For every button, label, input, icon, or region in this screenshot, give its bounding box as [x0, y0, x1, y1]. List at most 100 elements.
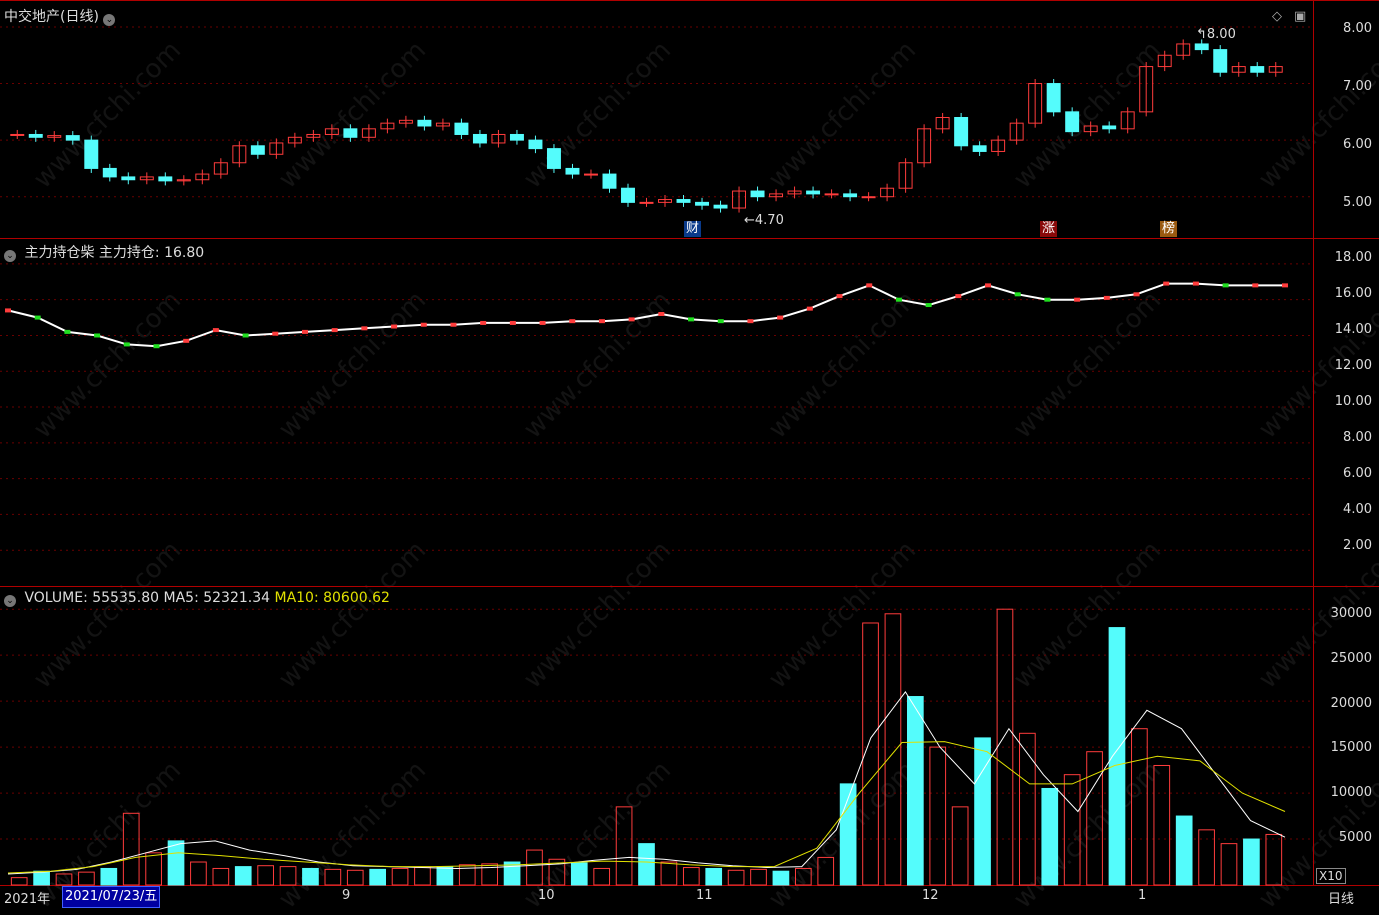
- candle-body: [472, 133, 487, 144]
- low-arrow-icon: ←: [744, 213, 755, 228]
- high-price-value: 8.00: [1206, 27, 1236, 42]
- price-tick: 7.00: [1343, 79, 1372, 94]
- volume-bar: [638, 843, 655, 886]
- volume-tick: 30000: [1330, 606, 1372, 621]
- month-tick: 11: [696, 888, 713, 903]
- volume-bar: [682, 867, 700, 886]
- volume-bar: [750, 868, 767, 886]
- volume-bar: [190, 861, 207, 886]
- indicator-marker: [34, 315, 41, 320]
- price-tick: 5.00: [1343, 195, 1372, 210]
- volume-bar: [1243, 838, 1260, 886]
- indicator-marker: [301, 329, 308, 334]
- volume-bar: [1175, 815, 1193, 886]
- indicator-tick: 6.00: [1343, 466, 1372, 481]
- candle-body: [1250, 66, 1265, 73]
- volume-bar: [1265, 833, 1283, 886]
- volume-bar: [10, 877, 28, 886]
- indicator-tick: 12.00: [1334, 358, 1372, 373]
- volume-bar: [817, 856, 835, 886]
- indicator-marker: [212, 328, 219, 333]
- indicator-marker: [836, 294, 843, 299]
- indicator-tick: 4.00: [1343, 502, 1372, 517]
- month-tick: 1: [1138, 888, 1147, 903]
- indicator-marker: [747, 319, 754, 324]
- chart-window: www.cfchi.com www.cfchi.com www.cfchi.com w…: [0, 0, 1379, 915]
- indicator-marker: [1014, 292, 1021, 297]
- candle-body: [972, 145, 987, 152]
- indicator-marker: [1133, 292, 1140, 297]
- candle-body: [695, 201, 709, 206]
- candle-body: [843, 193, 858, 198]
- candle-body: [1213, 49, 1228, 73]
- candle-body: [10, 133, 25, 136]
- volume-bar: [279, 866, 297, 886]
- volume-bar: [122, 812, 140, 886]
- period-selector[interactable]: 日线: [1328, 888, 1354, 907]
- volume-bar: [1041, 787, 1059, 886]
- candle-body: [824, 193, 839, 196]
- candle-body: [1194, 43, 1209, 51]
- limit-up-marker[interactable]: 涨: [1040, 221, 1058, 237]
- indicator-marker: [866, 283, 873, 288]
- volume-bar: [100, 867, 118, 886]
- volume-tick: 25000: [1330, 651, 1372, 666]
- volume-bar: [33, 870, 50, 886]
- price-tick: 6.00: [1343, 137, 1372, 152]
- indicator-marker: [1222, 283, 1229, 288]
- finance-marker[interactable]: 财: [684, 221, 702, 237]
- indicator-marker: [361, 326, 368, 331]
- indicator-marker: [1163, 281, 1170, 286]
- volume-bar: [570, 862, 588, 886]
- candle-body: [713, 204, 728, 209]
- indicator-marker: [242, 333, 249, 338]
- volume-bar: [55, 873, 73, 886]
- volume-bar: [212, 867, 230, 886]
- candle-body: [861, 196, 876, 199]
- candle-body: [28, 133, 43, 138]
- indicator-marker: [539, 320, 546, 325]
- indicator-marker: [1252, 283, 1259, 288]
- volume-unit: X10: [1316, 868, 1346, 884]
- low-price-annotation: ←4.70: [744, 213, 784, 228]
- indicator-line: [7, 282, 1285, 348]
- candle-body: [1102, 125, 1117, 130]
- volume-bar: [660, 861, 678, 886]
- candle-body: [158, 176, 173, 182]
- candle-body: [102, 167, 117, 178]
- volume-tick: 15000: [1330, 740, 1372, 755]
- indicator-marker: [420, 322, 427, 327]
- candle-body: [584, 173, 598, 176]
- volume-bar: [1108, 627, 1126, 886]
- candle-body: [417, 119, 432, 127]
- candle-body: [84, 139, 99, 169]
- month-tick: 9: [342, 888, 351, 903]
- volume-bar: [167, 840, 185, 886]
- candle-body: [343, 128, 358, 138]
- candle-body: [528, 139, 543, 150]
- volume-bar: [1131, 728, 1148, 886]
- indicator-tick: 2.00: [1343, 538, 1372, 553]
- volume-bar: [324, 868, 342, 886]
- volume-bar: [1153, 764, 1171, 886]
- volume-bar: [1220, 843, 1238, 886]
- month-tick: 12: [922, 888, 939, 903]
- ranking-marker[interactable]: 榜: [1160, 221, 1178, 237]
- indicator-marker: [717, 319, 724, 324]
- price-tick: 8.00: [1343, 21, 1372, 36]
- volume-bar: [951, 806, 969, 886]
- volume-bar: [1198, 829, 1215, 886]
- indicator-marker: [94, 333, 101, 338]
- volume-bar: [727, 869, 745, 886]
- candle-body: [750, 190, 765, 198]
- volume-bar: [615, 806, 633, 886]
- volume-bar: [996, 608, 1014, 886]
- indicator-tick: 14.00: [1334, 322, 1372, 337]
- candle-body: [250, 145, 265, 155]
- chart-canvas[interactable]: [0, 0, 1379, 907]
- indicator-marker: [985, 283, 992, 288]
- volume-bar: [78, 871, 95, 886]
- indicator-tick: 16.00: [1334, 286, 1372, 301]
- indicator-marker: [628, 317, 635, 322]
- indicator-marker: [806, 306, 813, 311]
